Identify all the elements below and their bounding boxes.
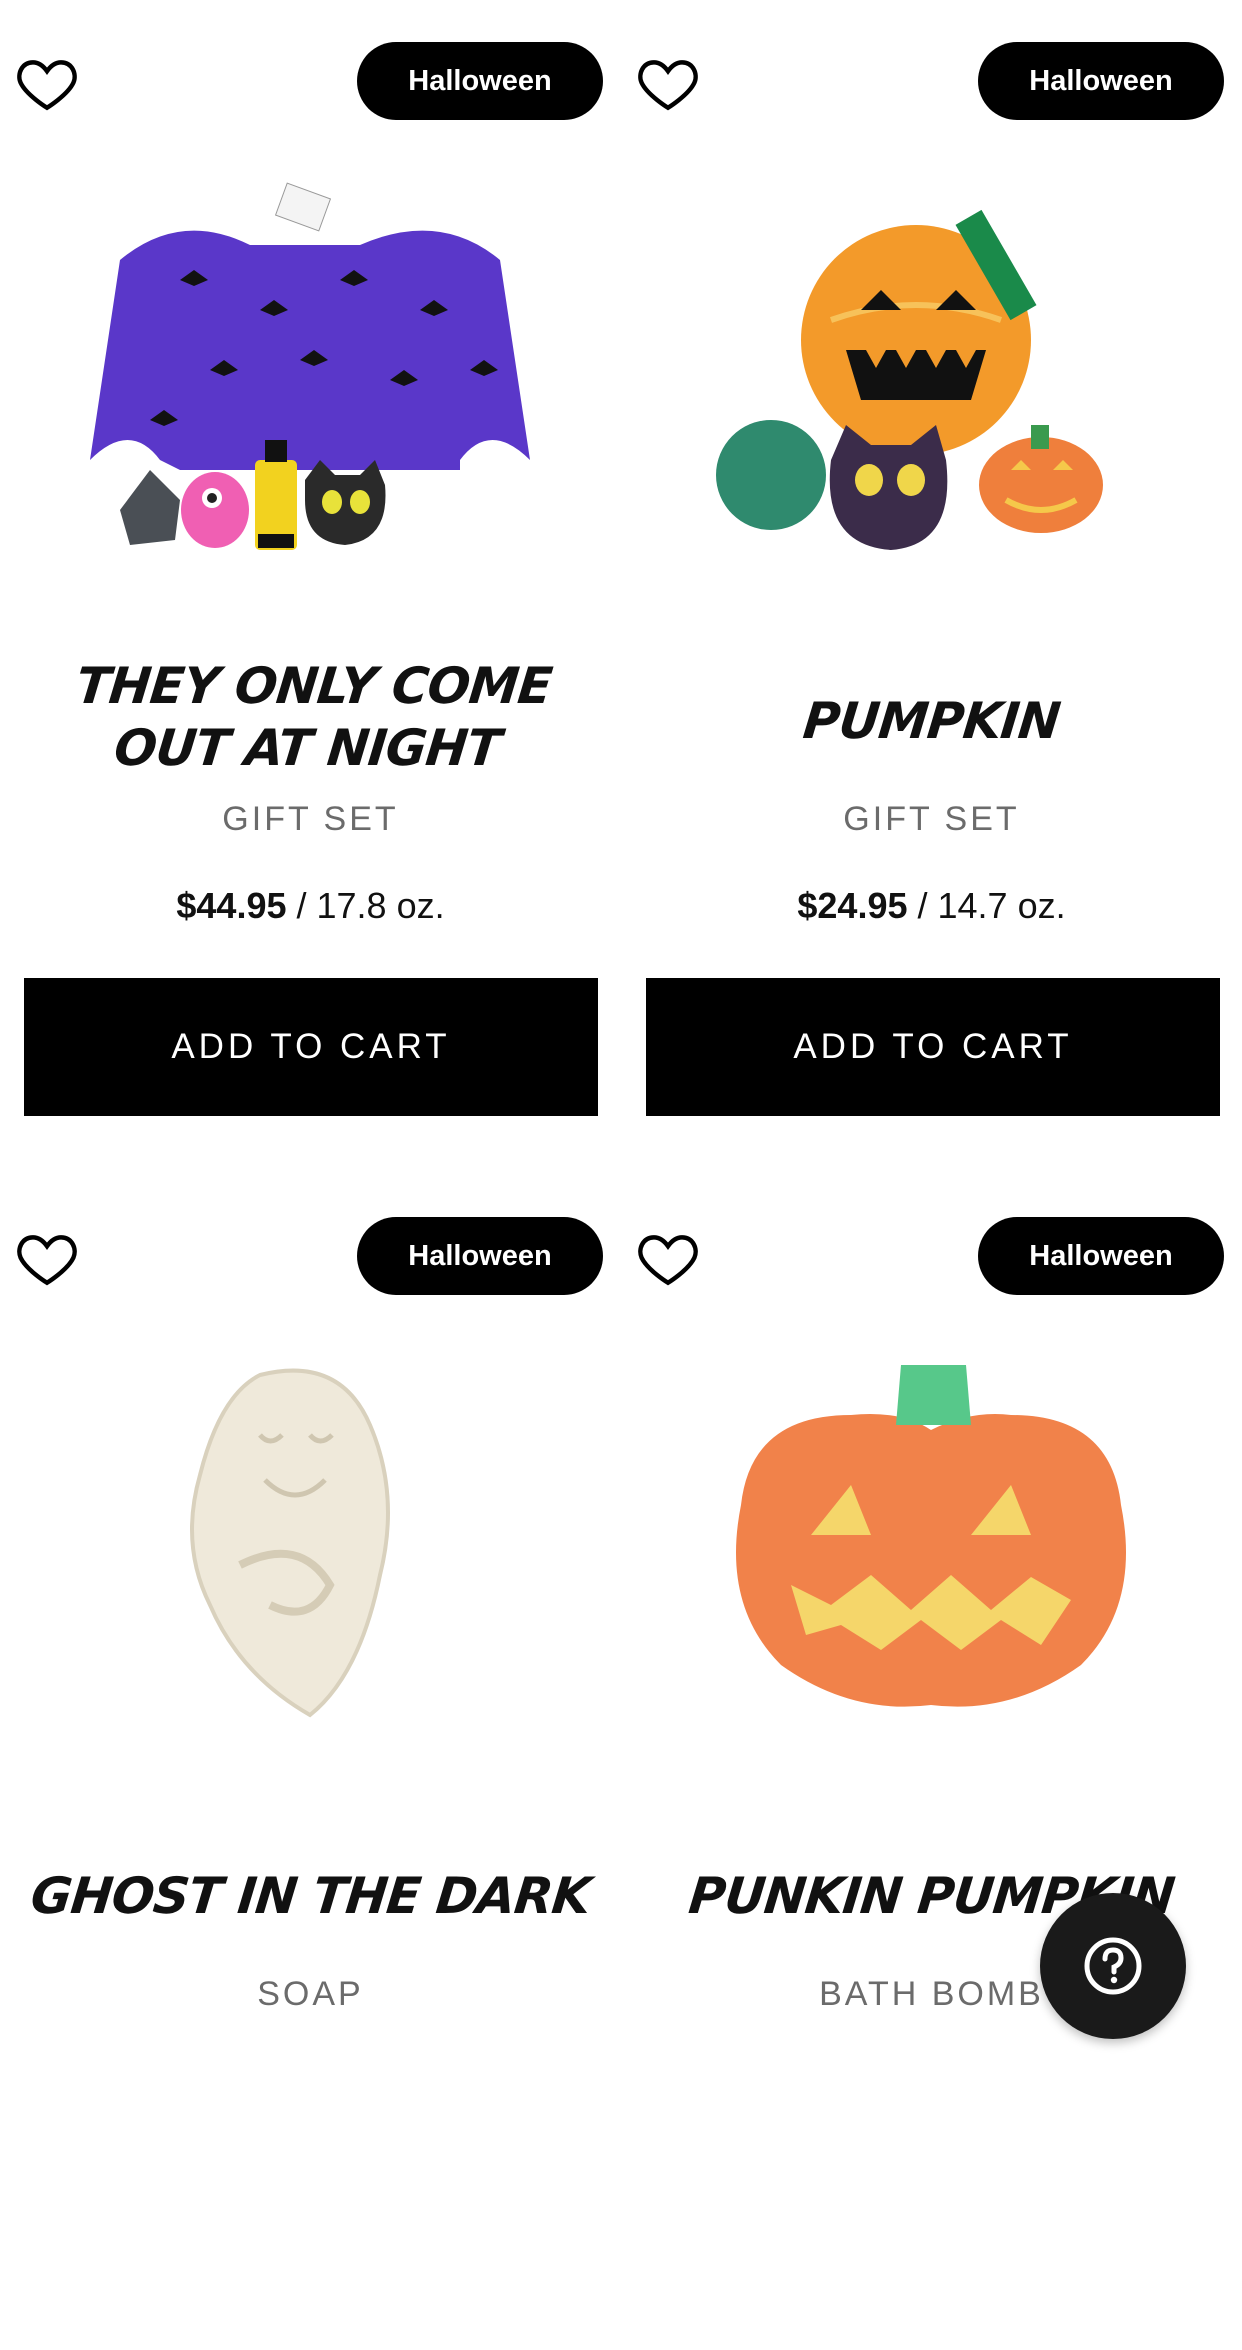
product-card: Halloween THEY ONLY COME OUT AT NIGHT GI… xyxy=(0,0,621,1175)
product-type: GIFT SET xyxy=(222,800,399,838)
halloween-badge: Halloween xyxy=(357,42,603,120)
add-to-cart-button[interactable]: ADD TO CART xyxy=(24,978,598,1116)
halloween-badge: Halloween xyxy=(978,42,1224,120)
price-size: / 14.7 oz. xyxy=(917,885,1066,926)
product-image[interactable] xyxy=(60,170,560,590)
halloween-badge: Halloween xyxy=(357,1217,603,1295)
price-amount: $24.95 xyxy=(797,885,908,926)
add-to-cart-button[interactable]: ADD TO CART xyxy=(646,978,1220,1116)
product-title[interactable]: They Only Come Out At Night xyxy=(13,655,607,779)
bat-gift-set-icon xyxy=(90,182,530,550)
halloween-badge: Halloween xyxy=(978,1217,1224,1295)
product-price: $44.95 / 17.8 oz. xyxy=(0,885,621,927)
product-type: SOAP xyxy=(257,1975,364,2013)
product-card: Halloween Punkin Pumpkin BATH BOMB xyxy=(621,1175,1242,2350)
heart-icon[interactable] xyxy=(635,1225,701,1291)
price-size: / 17.8 oz. xyxy=(296,885,445,926)
question-mark-icon xyxy=(1084,1937,1142,1995)
product-card: Halloween Pumpkin GIFT SET $24.95 / 14.7… xyxy=(621,0,1242,1175)
heart-icon[interactable] xyxy=(635,50,701,116)
product-price: $24.95 / 14.7 oz. xyxy=(621,885,1242,927)
product-image[interactable] xyxy=(681,1345,1181,1765)
heart-icon[interactable] xyxy=(14,1225,80,1291)
product-card: Halloween Ghost In The Dark SOAP xyxy=(0,1175,621,2350)
ghost-soap-icon xyxy=(190,1368,390,1718)
product-image[interactable] xyxy=(60,1345,560,1765)
product-type: GIFT SET xyxy=(843,800,1020,838)
help-button[interactable] xyxy=(1040,1893,1186,2039)
pumpkin-gift-set-icon xyxy=(716,209,1103,550)
product-title[interactable]: Pumpkin xyxy=(638,690,1226,752)
pumpkin-bath-bomb-icon xyxy=(736,1365,1126,1707)
product-image[interactable] xyxy=(681,170,1181,590)
heart-icon[interactable] xyxy=(14,50,80,116)
product-title[interactable]: Ghost In The Dark xyxy=(17,1865,605,1927)
price-amount: $44.95 xyxy=(176,885,287,926)
